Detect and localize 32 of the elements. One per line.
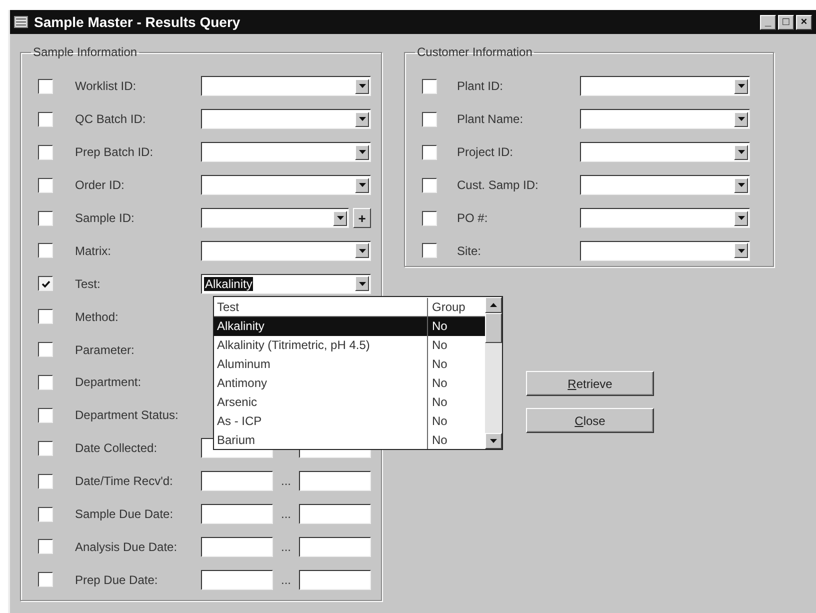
field-label: Prep Batch ID:	[75, 145, 154, 160]
field-label: Date Collected:	[75, 441, 158, 456]
field-label: PO #:	[457, 211, 489, 225]
field-label: Prep Due Date:	[75, 572, 159, 587]
field-label: Date/Time Recv'd:	[75, 474, 174, 488]
group-title: Customer Information	[416, 45, 534, 59]
field-label: Test:	[75, 276, 102, 291]
window-title: Sample Master - Results Query	[34, 14, 242, 30]
field-label: Order ID:	[75, 178, 126, 192]
field-label: Cust. Samp ID:	[457, 178, 540, 192]
field-label: Project ID:	[457, 145, 514, 160]
column-header: Group	[431, 300, 466, 314]
range-separator: ...	[280, 540, 291, 554]
range-separator: ...	[280, 572, 291, 587]
column-header: Test	[214, 298, 428, 316]
combo-value: Alkalinity	[204, 276, 254, 291]
field-label: QC Batch ID:	[75, 112, 147, 126]
field-label: Sample ID:	[75, 211, 136, 225]
field-label: Matrix:	[75, 244, 112, 258]
group-title: Sample Information	[32, 45, 138, 59]
field-label: Analysis Due Date:	[75, 540, 178, 554]
field-label: Sample Due Date:	[75, 507, 174, 522]
range-separator: ...	[280, 507, 291, 522]
range-separator: ...	[280, 474, 291, 488]
field-label: Plant ID:	[457, 79, 504, 94]
field-label: Plant Name:	[457, 112, 524, 126]
field-label: Department:	[75, 375, 142, 390]
field-label: Department Status:	[75, 408, 180, 422]
field-label: Method:	[75, 310, 120, 324]
field-label: Parameter:	[75, 342, 136, 357]
field-label: Worklist ID:	[75, 79, 138, 94]
field-label: Site:	[457, 244, 482, 258]
